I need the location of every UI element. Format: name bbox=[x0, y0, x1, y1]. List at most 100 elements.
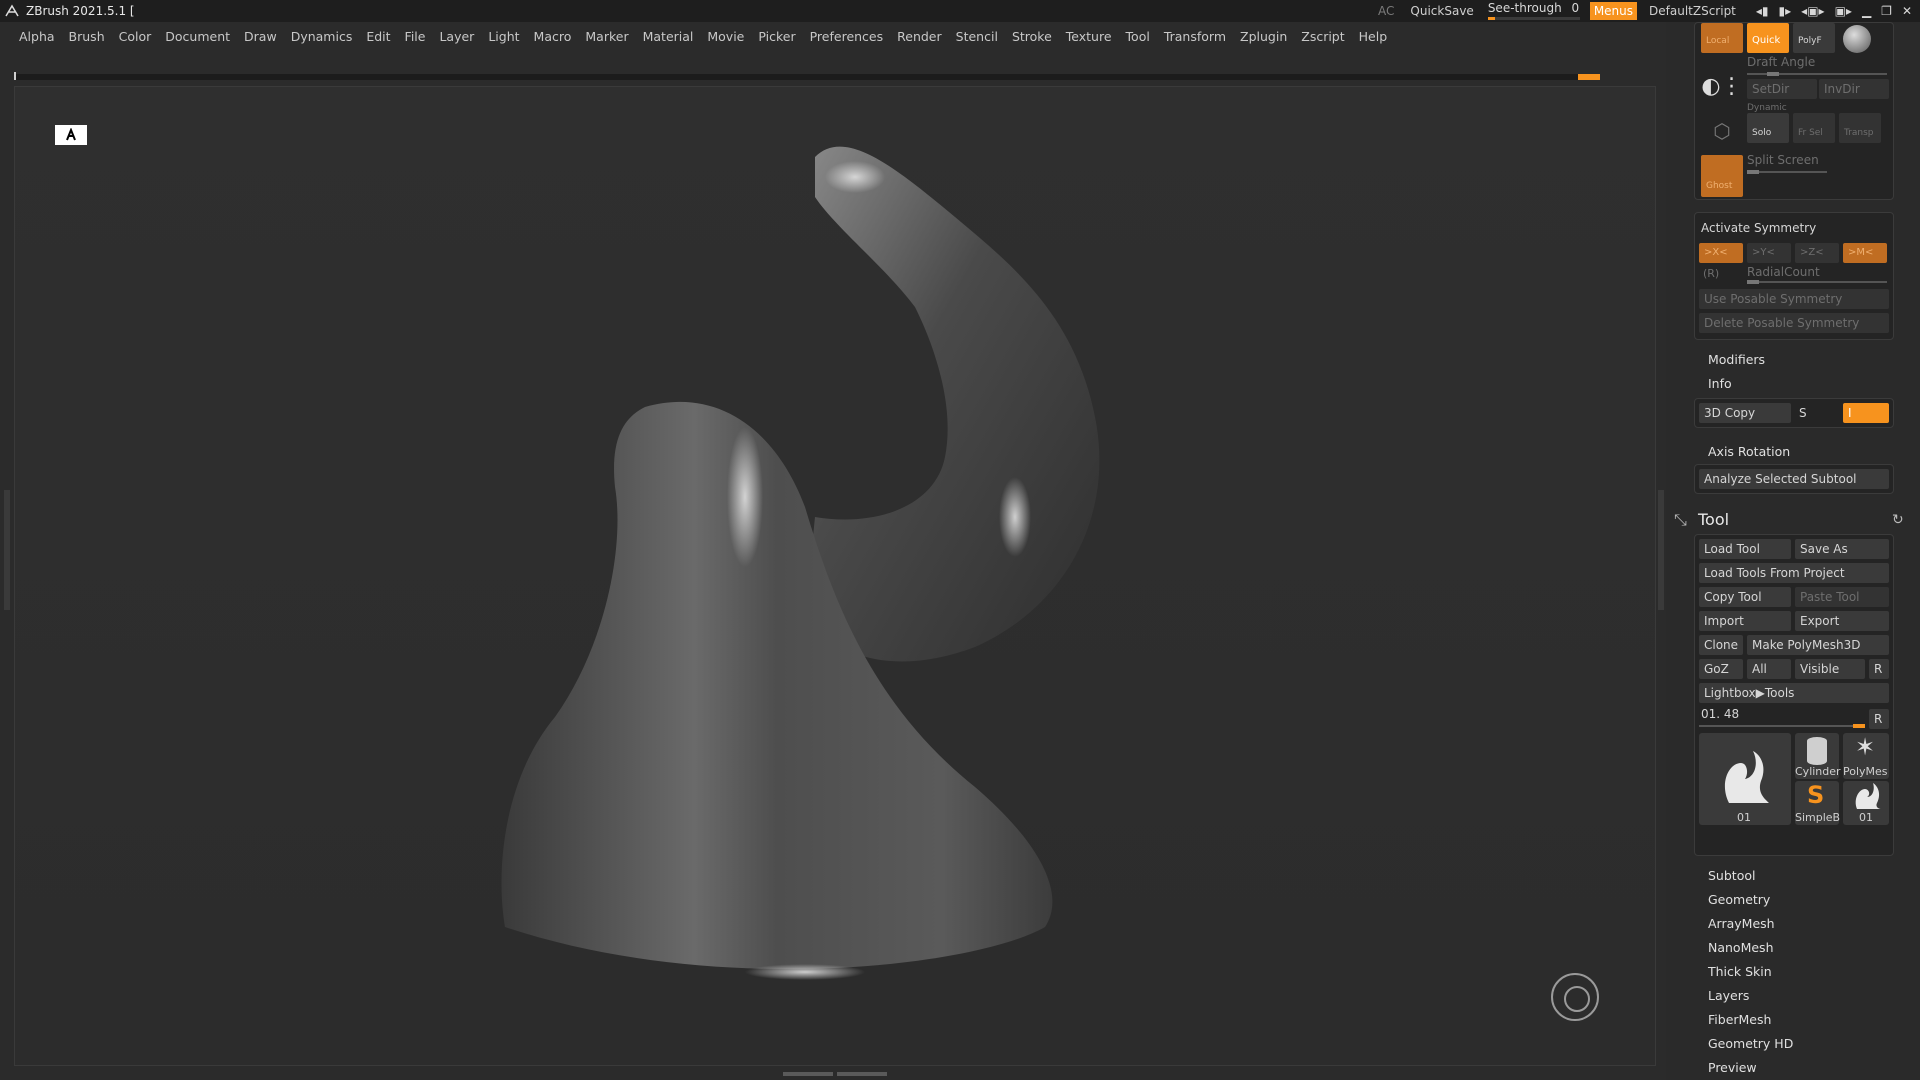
menu-transform[interactable]: Transform bbox=[1157, 29, 1233, 44]
layout-swap-icon[interactable]: ◂▣▸ bbox=[1801, 4, 1824, 18]
menu-material[interactable]: Material bbox=[636, 29, 701, 44]
goz-visible-button[interactable]: Visible bbox=[1795, 659, 1865, 679]
section-arraymesh[interactable]: ArrayMesh bbox=[1708, 916, 1775, 931]
tool-thumb-simplebrush[interactable]: S SimpleB bbox=[1795, 781, 1840, 825]
tool-thumb-main[interactable]: 01 bbox=[1699, 733, 1791, 825]
info-section[interactable]: Info bbox=[1708, 376, 1732, 391]
tool-r-button[interactable]: R bbox=[1869, 709, 1889, 729]
sym-y-button[interactable]: >Y< bbox=[1747, 243, 1791, 263]
timeline-knob[interactable] bbox=[1578, 74, 1600, 80]
tool-palette-title[interactable]: Tool bbox=[1698, 510, 1729, 529]
menu-color[interactable]: Color bbox=[112, 29, 159, 44]
paste-tool-button[interactable]: Paste Tool bbox=[1795, 587, 1889, 607]
menu-stroke[interactable]: Stroke bbox=[1005, 29, 1059, 44]
setdir-button[interactable]: SetDir bbox=[1747, 79, 1817, 99]
floor-toggle-icon[interactable]: ◐⋮ bbox=[1701, 67, 1743, 107]
analyze-selected-subtool-button[interactable]: Analyze Selected Subtool bbox=[1699, 469, 1889, 489]
section-nanomesh[interactable]: NanoMesh bbox=[1708, 940, 1774, 955]
menus-toggle-button[interactable]: Menus bbox=[1589, 2, 1638, 20]
material-sphere-icon[interactable] bbox=[1843, 25, 1871, 53]
menu-draw[interactable]: Draw bbox=[237, 29, 284, 44]
ghost-button[interactable]: Ghost bbox=[1701, 155, 1743, 197]
3d-model-render[interactable] bbox=[15, 87, 1657, 1067]
goz-r-button[interactable]: R bbox=[1869, 659, 1889, 679]
menu-texture[interactable]: Texture bbox=[1059, 29, 1119, 44]
tool-slider[interactable] bbox=[1699, 724, 1865, 728]
lightbox-tools-button[interactable]: Lightbox▶Tools bbox=[1699, 683, 1889, 703]
3d-copy-button[interactable]: 3D Copy bbox=[1699, 403, 1791, 423]
modifiers-section[interactable]: Modifiers bbox=[1708, 352, 1765, 367]
invdir-button[interactable]: InvDir bbox=[1819, 79, 1889, 99]
export-button[interactable]: Export bbox=[1795, 611, 1889, 631]
section-fibermesh[interactable]: FiberMesh bbox=[1708, 1012, 1771, 1027]
document-viewport[interactable] bbox=[14, 86, 1656, 1066]
menu-preferences[interactable]: Preferences bbox=[803, 29, 891, 44]
copy-tool-button[interactable]: Copy Tool bbox=[1699, 587, 1791, 607]
layout-next-icon[interactable]: ▮▸ bbox=[1779, 4, 1792, 18]
goz-all-button[interactable]: All bbox=[1747, 659, 1791, 679]
menu-light[interactable]: Light bbox=[481, 29, 526, 44]
tool-pin-icon[interactable]: ⤡ bbox=[1674, 510, 1687, 530]
3d-box-icon[interactable]: ⬡ bbox=[1701, 111, 1743, 151]
left-tray-handle[interactable] bbox=[4, 490, 10, 610]
split-screen-slider[interactable] bbox=[1747, 170, 1827, 174]
load-tools-from-project-button[interactable]: Load Tools From Project bbox=[1699, 563, 1889, 583]
polyf-button[interactable]: PolyF bbox=[1793, 23, 1835, 53]
default-zscript-button[interactable]: DefaultZScript bbox=[1641, 4, 1744, 18]
save-as-button[interactable]: Save As bbox=[1795, 539, 1889, 559]
close-icon[interactable]: ✕ bbox=[1902, 4, 1912, 18]
s-label[interactable]: S bbox=[1799, 406, 1807, 420]
clone-button[interactable]: Clone bbox=[1699, 635, 1743, 655]
load-tool-button[interactable]: Load Tool bbox=[1699, 539, 1791, 559]
menu-marker[interactable]: Marker bbox=[578, 29, 635, 44]
tool-refresh-icon[interactable]: ↻ bbox=[1892, 512, 1904, 528]
draft-angle-slider[interactable] bbox=[1747, 72, 1887, 76]
quicksave-button[interactable]: QuickSave bbox=[1402, 4, 1481, 18]
menu-macro[interactable]: Macro bbox=[527, 29, 579, 44]
section-geometry-hd[interactable]: Geometry HD bbox=[1708, 1036, 1793, 1051]
section-subtool[interactable]: Subtool bbox=[1708, 868, 1755, 883]
bottom-tray-handle[interactable] bbox=[770, 1070, 900, 1078]
ac-button[interactable]: AC bbox=[1370, 4, 1402, 18]
goz-button[interactable]: GoZ bbox=[1699, 659, 1743, 679]
tool-thumb-cylinder[interactable]: Cylinder bbox=[1795, 733, 1841, 779]
menu-zplugin[interactable]: Zplugin bbox=[1233, 29, 1294, 44]
menu-movie[interactable]: Movie bbox=[700, 29, 751, 44]
menu-stencil[interactable]: Stencil bbox=[949, 29, 1005, 44]
timeline-strip[interactable] bbox=[14, 72, 1600, 80]
transp-button[interactable]: Transp bbox=[1839, 113, 1881, 143]
make-polymesh3d-button[interactable]: Make PolyMesh3D bbox=[1747, 635, 1889, 655]
sym-z-button[interactable]: >Z< bbox=[1795, 243, 1839, 263]
menu-picker[interactable]: Picker bbox=[751, 29, 802, 44]
menu-tool[interactable]: Tool bbox=[1119, 29, 1157, 44]
i-field[interactable]: I bbox=[1843, 403, 1889, 423]
section-layers[interactable]: Layers bbox=[1708, 988, 1749, 1003]
restore-icon[interactable]: ❐ bbox=[1881, 4, 1892, 18]
right-tray-handle[interactable] bbox=[1658, 490, 1664, 610]
sym-x-button[interactable]: >X< bbox=[1699, 243, 1743, 263]
menu-dynamics[interactable]: Dynamics bbox=[284, 29, 360, 44]
delete-posable-symmetry-button[interactable]: Delete Posable Symmetry bbox=[1699, 313, 1889, 333]
menu-alpha[interactable]: Alpha bbox=[12, 29, 62, 44]
menu-brush[interactable]: Brush bbox=[62, 29, 112, 44]
use-posable-symmetry-button[interactable]: Use Posable Symmetry bbox=[1699, 289, 1889, 309]
section-geometry[interactable]: Geometry bbox=[1708, 892, 1770, 907]
section-preview[interactable]: Preview bbox=[1708, 1060, 1757, 1075]
menu-document[interactable]: Document bbox=[158, 29, 237, 44]
quick-button[interactable]: Quick bbox=[1747, 23, 1789, 53]
sym-r-label[interactable]: (R) bbox=[1703, 267, 1719, 280]
radial-count-slider[interactable] bbox=[1747, 280, 1887, 284]
activate-symmetry-label[interactable]: Activate Symmetry bbox=[1701, 221, 1816, 235]
section-thick-skin[interactable]: Thick Skin bbox=[1708, 964, 1772, 979]
sym-m-button[interactable]: >M< bbox=[1843, 243, 1887, 263]
menu-file[interactable]: File bbox=[398, 29, 433, 44]
layout-prev-icon[interactable]: ◂▮ bbox=[1756, 4, 1769, 18]
axis-rotation-section[interactable]: Axis Rotation bbox=[1708, 444, 1790, 459]
menu-edit[interactable]: Edit bbox=[359, 29, 397, 44]
seethrough-slider[interactable]: See-through 0 bbox=[1482, 1, 1586, 21]
navigation-gizmo-icon[interactable] bbox=[1551, 973, 1599, 1021]
tool-thumb-01[interactable]: 01 bbox=[1843, 781, 1889, 825]
menu-layer[interactable]: Layer bbox=[432, 29, 481, 44]
minimize-icon[interactable]: ▁ bbox=[1862, 4, 1871, 18]
frsel-button[interactable]: Fr Sel bbox=[1793, 113, 1835, 143]
